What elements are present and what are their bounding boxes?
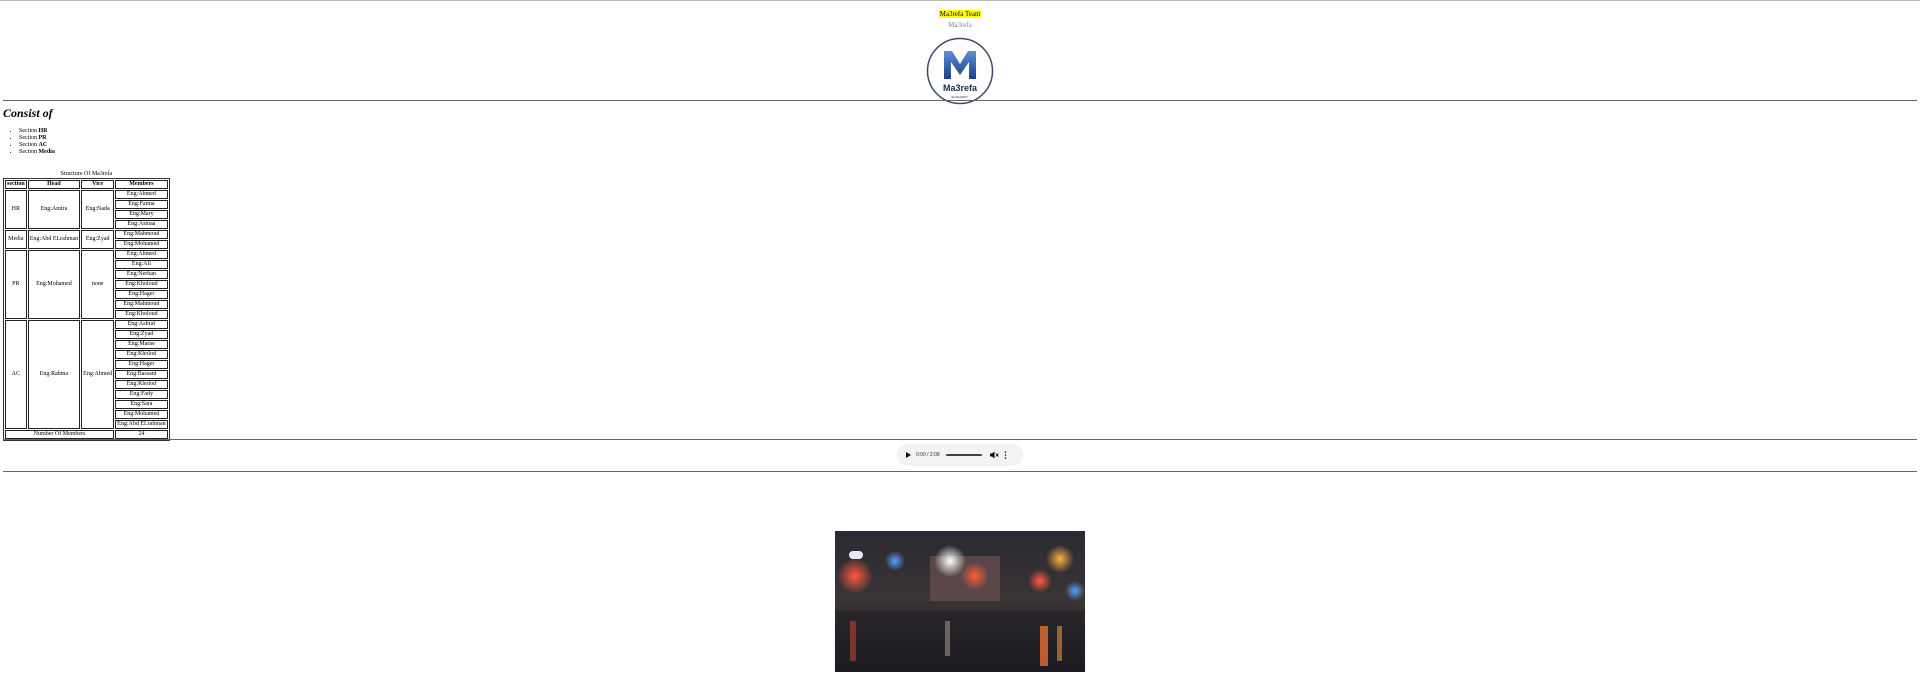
member-cell: Eng:Kholod <box>115 350 168 359</box>
table-header-row: section Head Vice Members <box>5 180 168 189</box>
structure-table: Structure Of Ma3refa section Head Vice M… <box>3 171 170 441</box>
member-cell: Eng:Nerhan <box>115 270 168 279</box>
vice-cell: none <box>81 250 115 319</box>
section-cell: PR <box>5 250 27 319</box>
sections-list: Section HR Section PR Section AC Section… <box>9 128 55 156</box>
section-cell: HR <box>5 190 27 229</box>
divider <box>3 471 1917 472</box>
member-cell: Eng:Kholod <box>115 380 168 389</box>
subtitle: Ma3refa <box>948 21 972 29</box>
list-item: Section AC <box>19 142 55 149</box>
table-row: AC Eng:Rahma Eng:Ahmed Eng:Ashraf <box>5 320 168 429</box>
member-cell: Eng:Mahmoud <box>115 230 168 239</box>
page-header: Ma3refa Team Ma3refa Ma3refa ELMAARIFY <box>0 3 1920 105</box>
list-item: Section HR <box>19 128 55 135</box>
table-footer-row: Number Of Members 24 <box>5 430 168 439</box>
member-cell: Eng:Kholoud <box>115 310 168 319</box>
member-cell: Eng:Ahmed <box>115 190 168 199</box>
rainy-street-video-frame <box>835 531 1085 672</box>
consist-heading: Consist of <box>3 106 53 120</box>
vice-cell: Eng:Nada <box>81 190 115 229</box>
head-cell: Eng:Mohamed <box>27 250 81 319</box>
members-count-label: Number Of Members <box>5 430 115 439</box>
logo-text: Ma3refa <box>943 83 978 93</box>
member-cell: Eng:Asmaa <box>115 220 168 229</box>
member-cell: Eng:Zyad <box>115 330 168 339</box>
member-cell: Eng:Fatma <box>115 200 168 209</box>
team-title: Ma3refa Team <box>938 10 982 18</box>
section-cell: AC <box>5 320 27 429</box>
divider <box>3 439 1917 440</box>
header-head: Head <box>27 180 81 189</box>
table-row: PR Eng:Mohamed none Eng:Ahmed <box>5 250 168 319</box>
header-section: section <box>5 180 27 189</box>
video-player[interactable] <box>835 531 1085 672</box>
logo-tagline: ELMAARIFY <box>951 95 968 99</box>
table-row: Media Eng:Abd ELrahman Eng:Zyad Eng:Mahmoud <box>5 230 168 249</box>
member-cell: Eng:Ali <box>115 260 168 269</box>
table-caption: Structure Of Ma3refa <box>60 171 113 177</box>
list-item: Section Media <box>19 149 55 156</box>
member-cell: Eng:Abd ELrahman <box>115 420 168 429</box>
top-border <box>0 0 1920 1</box>
member-cell: Eng:Marae <box>115 340 168 349</box>
member-cell: Eng:Mohamed <box>115 240 168 249</box>
header-vice: Vice <box>81 180 115 189</box>
member-cell: Eng:Hager <box>115 360 168 369</box>
vice-cell: Eng:Ahmed <box>81 320 115 429</box>
divider <box>3 100 1917 101</box>
member-cell: Eng:Ashraf <box>115 320 168 329</box>
audio-seek-bar[interactable] <box>945 454 982 456</box>
member-cell: Eng:Mary <box>115 210 168 219</box>
head-cell: Eng:Rahma <box>27 320 81 429</box>
audio-time: 0:00 / 2:08 <box>916 452 940 458</box>
member-cell: Eng:Sara <box>115 400 168 409</box>
section-cell: Media <box>5 230 27 249</box>
audio-player[interactable]: 0:00 / 2:08 <box>897 444 1023 466</box>
member-cell: Eng:Kholoud <box>115 280 168 289</box>
members-count-value: 24 <box>115 430 168 439</box>
ma3refa-logo: Ma3refa ELMAARIFY <box>926 37 994 105</box>
table-body: HR Eng:Amira Eng:Nada Eng:Ahmed Eng:Fatma Eng… <box>5 190 168 429</box>
member-cell: Eng:Mohamed <box>115 410 168 419</box>
mute-icon[interactable] <box>989 451 999 459</box>
member-cell: Eng:Fady <box>115 390 168 399</box>
table-row: HR Eng:Amira Eng:Nada Eng:Ahmed <box>5 190 168 229</box>
vice-cell: Eng:Zyad <box>81 230 115 249</box>
header-members: Members <box>115 180 168 189</box>
member-cell: Eng:Mahmoud <box>115 300 168 309</box>
member-cell: Eng:Hager <box>115 290 168 299</box>
play-icon[interactable] <box>906 452 911 458</box>
head-cell: Eng:Amira <box>27 190 81 229</box>
member-cell: Eng:Bassant <box>115 370 168 379</box>
list-item: Section PR <box>19 135 55 142</box>
more-options-icon[interactable] <box>1004 451 1007 459</box>
head-cell: Eng:Abd ELrahman <box>27 230 81 249</box>
member-cell: Eng:Ahmed <box>115 250 168 259</box>
